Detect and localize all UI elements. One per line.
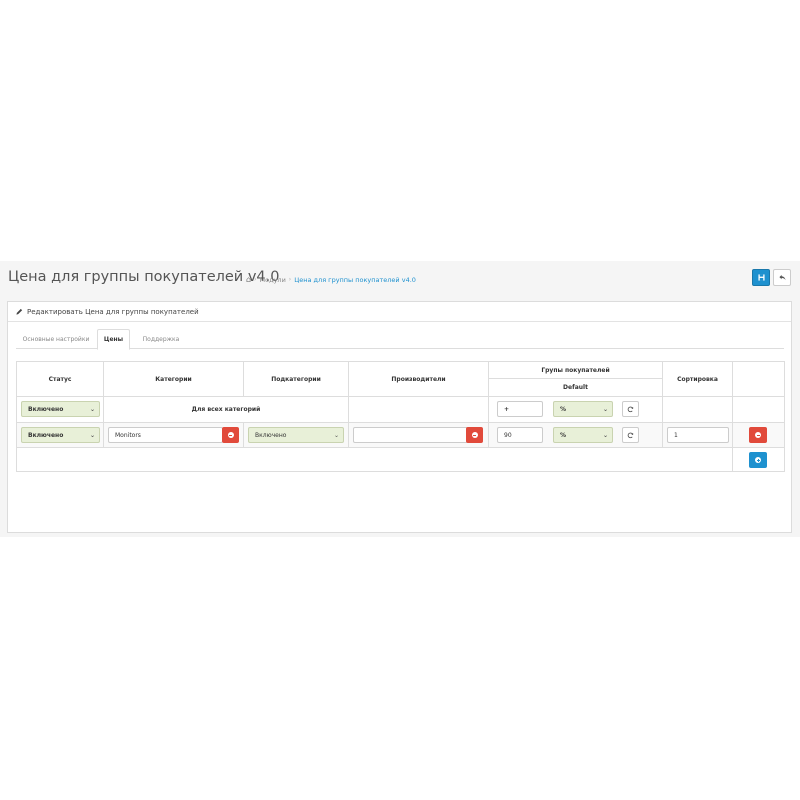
category-input-value: Monitors <box>115 431 141 439</box>
status-select[interactable]: Включено ⌄ <box>21 427 100 443</box>
back-button[interactable] <box>773 269 791 286</box>
breadcrumb-separator: › <box>254 276 257 283</box>
row-1-status-cell: Включено ⌄ <box>17 423 104 448</box>
tab-prices[interactable]: Цены <box>97 329 130 350</box>
price-type-select[interactable]: % ⌄ <box>553 401 613 417</box>
chevron-down-icon: ⌄ <box>333 432 339 439</box>
chevron-down-icon: ⌄ <box>602 406 608 413</box>
tab-support[interactable]: Поддержка <box>136 329 186 349</box>
status-select-value: Включено <box>28 405 64 413</box>
minus-circle-icon <box>471 432 478 438</box>
save-icon <box>757 274 765 281</box>
minus-circle-icon <box>227 432 234 438</box>
refresh-button[interactable] <box>622 427 639 443</box>
price-table: Статус Категории Подкатегории Производит… <box>16 361 785 472</box>
header-group-default: Default <box>489 379 663 397</box>
chevron-down-icon: ⌄ <box>89 432 95 439</box>
row-1-actions-cell <box>733 423 784 448</box>
panel-heading-text: Редактировать Цена для группы покупателе… <box>27 307 199 316</box>
breadcrumb-separator: › <box>288 276 292 283</box>
price-value-text: 90 <box>504 431 512 439</box>
row-1-sort-cell: 1 <box>663 423 733 448</box>
price-value-text: + <box>504 405 510 413</box>
add-row-cell <box>733 448 784 472</box>
category-input[interactable]: Monitors <box>108 427 223 443</box>
sort-order-input[interactable]: 1 <box>667 427 729 443</box>
row-1-manufacturer-cell <box>349 423 489 448</box>
price-value-input[interactable]: + <box>497 401 543 417</box>
row-1-subcategory-cell: Включено ⌄ <box>244 423 349 448</box>
page-title: Цена для группы покупателей v4.0 <box>8 269 280 285</box>
tab-general-settings[interactable]: Основные настройки <box>16 329 96 349</box>
row-all-status-cell: Включено ⌄ <box>17 397 104 423</box>
pencil-icon <box>16 308 23 315</box>
row-1-group-cell: 90 % ⌄ <box>489 423 663 448</box>
panel-heading: Редактировать Цена для группы покупателе… <box>8 302 791 322</box>
status-select-value: Включено <box>28 431 64 439</box>
breadcrumb: ⌂ › Модули › Цена для группы покупателей… <box>246 275 416 284</box>
status-select[interactable]: Включено ⌄ <box>21 401 100 417</box>
save-button[interactable] <box>752 269 770 286</box>
row-all-actions-cell <box>733 397 784 423</box>
manufacturer-input[interactable] <box>353 427 468 443</box>
header-manufacturers: Производители <box>349 362 489 397</box>
row-all-group-cell: + % ⌄ <box>489 397 663 423</box>
chevron-down-icon: ⌄ <box>602 432 608 439</box>
header-sort: Сортировка <box>663 362 733 397</box>
header-categories: Категории <box>104 362 244 397</box>
add-row-button[interactable] <box>749 452 767 468</box>
header-customer-groups: Групы покупателей <box>489 362 663 379</box>
refresh-icon <box>627 432 634 438</box>
row-all-manufacturer-cell <box>349 397 489 423</box>
all-categories-label: Для всех категорий <box>104 397 349 423</box>
home-icon[interactable]: ⌂ <box>246 275 251 284</box>
remove-manufacturer-button[interactable] <box>466 427 483 443</box>
refresh-icon <box>627 406 634 412</box>
subcategory-select-value: Включено <box>255 431 287 439</box>
reply-icon <box>778 274 786 281</box>
price-type-select[interactable]: % ⌄ <box>553 427 613 443</box>
sort-order-value: 1 <box>674 431 678 439</box>
remove-category-button[interactable] <box>222 427 239 443</box>
plus-circle-icon <box>755 457 761 463</box>
row-1-category-cell: Monitors <box>104 423 244 448</box>
page-container: Цена для группы покупателей v4.0 ⌂ › Мод… <box>0 261 800 537</box>
add-row-spacer <box>17 448 733 472</box>
header-subcategories: Подкатегории <box>244 362 349 397</box>
price-type-value: % <box>560 405 567 413</box>
edit-panel: Редактировать Цена для группы покупателе… <box>7 301 792 533</box>
row-all-sort-cell <box>663 397 733 423</box>
tab-bar: Основные настройки Цены Поддержка <box>16 329 784 350</box>
price-value-input[interactable]: 90 <box>497 427 543 443</box>
minus-circle-icon <box>755 432 761 438</box>
chevron-down-icon: ⌄ <box>89 406 95 413</box>
subcategory-select[interactable]: Включено ⌄ <box>248 427 344 443</box>
remove-row-button[interactable] <box>749 427 767 443</box>
breadcrumb-current-link[interactable]: Цена для группы покупателей v4.0 <box>294 276 416 284</box>
header-actions <box>733 362 784 397</box>
price-type-value: % <box>560 431 567 439</box>
refresh-button[interactable] <box>622 401 639 417</box>
breadcrumb-modules-link[interactable]: Модули <box>259 276 285 284</box>
header-status: Статус <box>17 362 104 397</box>
